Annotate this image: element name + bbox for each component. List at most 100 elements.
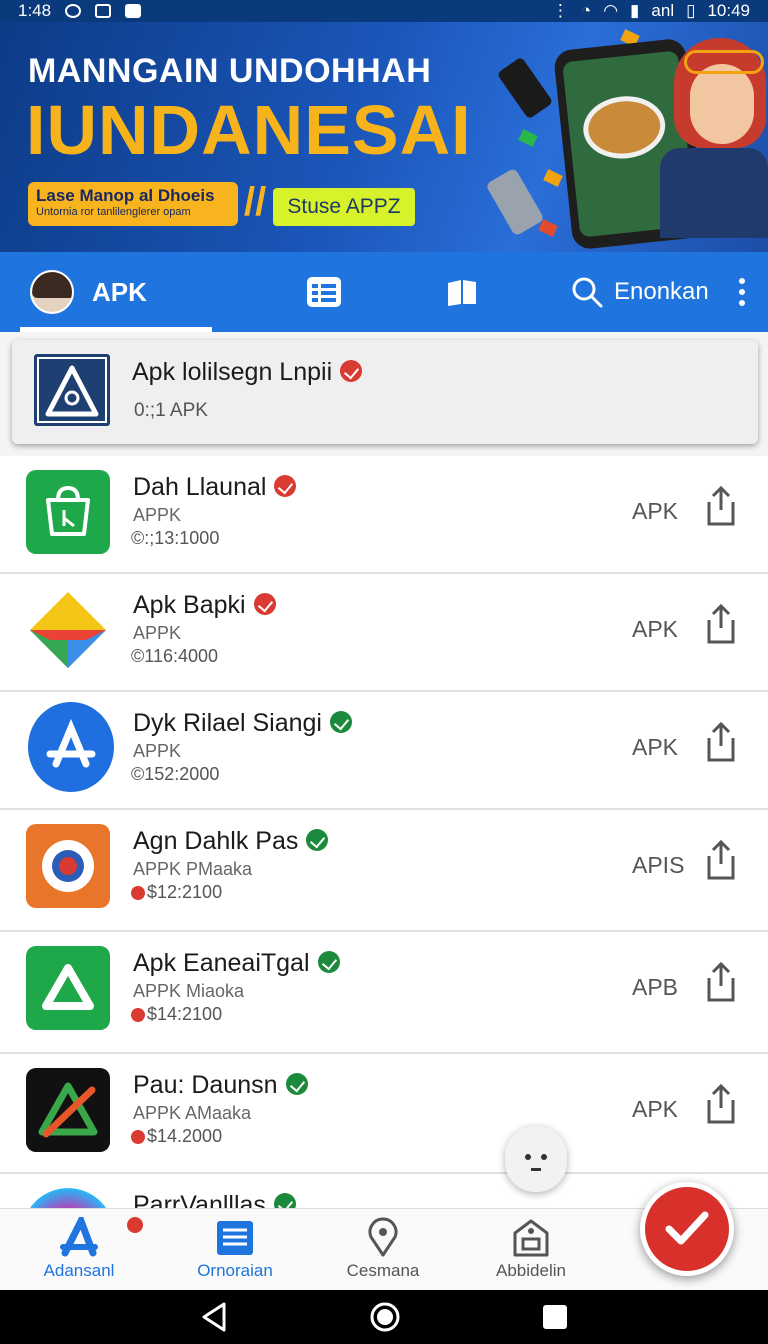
status-time-left: 1:48 [18,1,52,20]
app-name-row: ParrVanlllas [133,1191,296,1208]
tab-apk[interactable]: APK [20,252,212,332]
search-icon [572,277,603,308]
banner-pill-line2: Untornia ror tanlilenglerer opam [36,206,191,218]
nav-location[interactable]: Cesmana [308,1209,458,1291]
mascot-body [660,148,768,238]
promo-banner[interactable]: MANNGAIN UNDOHHAH IUNDANESAI Lase Manop … [0,22,768,252]
app-size: $14:2100 [147,1004,223,1024]
banner-info-pill: Lase Manop al Dhoeis Untornia ror tanlil… [28,182,238,226]
book-icon [448,280,476,306]
location-pin-icon [368,1217,398,1257]
app-size: ©:;13:1000 [131,528,220,548]
confetti-decoration [518,129,538,147]
app-store-icon [28,702,114,792]
nav-list-label: Ornoraian [197,1261,273,1280]
share-icon[interactable] [704,486,738,526]
vibrate-icon: ⋮ [551,1,569,20]
nav-list[interactable]: Ornoraian [160,1209,310,1291]
banner-pill-line1: Lase Manop al Dhoeis [36,186,215,205]
alert-dot-icon [131,1130,145,1145]
list-item[interactable]: Pau: Daunsn APPK AMaaka $14.2000 APK [0,1054,768,1174]
app-name: Dyk Rilael Siangi [133,709,322,737]
status-bar: 1:48 ⋮ ◔ ◠ ▮ anl ▯ 10:49 [0,0,768,22]
verified-badge-icon [273,1193,296,1208]
app-tag: APK [632,498,679,524]
app-name-row: Agn Dahlk Pas [133,827,329,856]
tab-library[interactable] [444,274,480,310]
battery-icon: ▯ [686,1,696,20]
app-tag: APB [632,974,679,1000]
verified-badge-icon [285,1073,308,1096]
more-options-icon[interactable] [734,278,750,306]
share-icon[interactable] [704,962,738,1002]
nav-store-label: Abbidelin [496,1261,566,1280]
featured-app-card[interactable]: Apk lolilsegn Lnpii 0:;1 APK [12,340,758,444]
app-size-row: $14:2100 [131,1004,222,1025]
share-icon[interactable] [704,604,738,644]
app-root: 1:48 ⋮ ◔ ◠ ▮ anl ▯ 10:49 MANNGAIN UNDOHH… [0,0,768,1344]
verified-badge-icon [329,711,352,734]
home-icon[interactable] [369,1301,401,1333]
app-type: APPK [133,741,182,761]
verified-badge-icon [317,951,340,974]
app-name-row: Dah Llaunal [133,473,297,502]
list-item[interactable]: Agn Dahlk Pas APPK PMaaka $12:2100 APIS [0,810,768,932]
list-item[interactable]: Apk Bapki APPK ©116:4000 APK [0,574,768,692]
featured-app-subtitle: 0:;1 APK [134,400,208,421]
banner-headline: MANNGAIN UNDOHHAH [28,52,432,90]
nav-home-label: Adansanl [43,1261,115,1280]
confetti-decoration [543,169,563,187]
list-item[interactable]: Dyk Rilael Siangi APPK ©152:2000 APK [0,692,768,810]
assistant-bot-icon[interactable] [505,1126,567,1192]
mascot-face [690,64,754,144]
camera-lens-app-icon [26,824,110,908]
cell-signal-icon: ▮ [630,1,640,20]
app-size: $14.2000 [147,1126,223,1146]
nav-location-label: Cesmana [346,1261,420,1280]
app-name-row: Pau: Daunsn [133,1071,308,1100]
app-size: $12:2100 [147,882,223,902]
confirm-fab-button[interactable] [640,1182,734,1276]
app-name: ParrVanlllas [133,1191,266,1208]
diamond-app-icon [26,588,110,672]
search-button[interactable]: Enonkan [570,252,709,332]
feature-phone-illustration [485,167,545,237]
alert-dot-icon [131,1008,145,1023]
storefront-icon [513,1219,549,1257]
app-name: Dah Llaunal [133,473,267,501]
app-name-row: Dyk Rilael Siangi [133,709,352,738]
app-name: Apk EaneaiTgal [133,949,310,977]
app-size-row: $12:2100 [131,882,222,903]
app-tag: APIS [632,852,685,878]
message-icon [125,4,142,18]
list-item[interactable]: Dah Llaunal APPK ©:;13:1000 APK [0,456,768,574]
share-icon[interactable] [704,1084,738,1124]
triangle-pen-app-icon [26,1068,110,1152]
avatar[interactable] [30,270,74,314]
verified-badge-icon [340,360,363,383]
banner-cta-button[interactable]: Stuse APPZ [273,188,415,226]
app-type: APPK PMaaka [133,859,253,879]
back-icon[interactable] [200,1301,228,1333]
list-item[interactable]: Apk EaneaiTgal APPK Miaoka $14:2100 APB [0,932,768,1054]
wifi-icon: ◔ [580,1,592,20]
verified-badge-icon [274,475,297,498]
featured-app-icon [34,354,110,426]
active-tab-indicator [20,327,212,332]
banner-slash-decoration: // [244,180,267,224]
app-type: APPK [133,505,182,525]
shopping-bag-app-icon [26,470,110,554]
screenshot-icon [95,4,112,18]
app-type: APPK [133,623,182,643]
app-size-row: $14.2000 [131,1126,222,1147]
app-size: ©116:4000 [131,646,219,666]
app-tag: APK [632,1096,679,1122]
drive-app-icon [26,946,110,1030]
share-icon[interactable] [704,840,738,880]
tab-list[interactable] [306,274,342,310]
share-icon[interactable] [704,722,738,762]
nav-store[interactable]: Abbidelin [456,1209,606,1291]
search-label: Enonkan [614,278,709,305]
app-name: Agn Dahlk Pas [133,827,299,855]
recents-icon[interactable] [542,1304,568,1330]
